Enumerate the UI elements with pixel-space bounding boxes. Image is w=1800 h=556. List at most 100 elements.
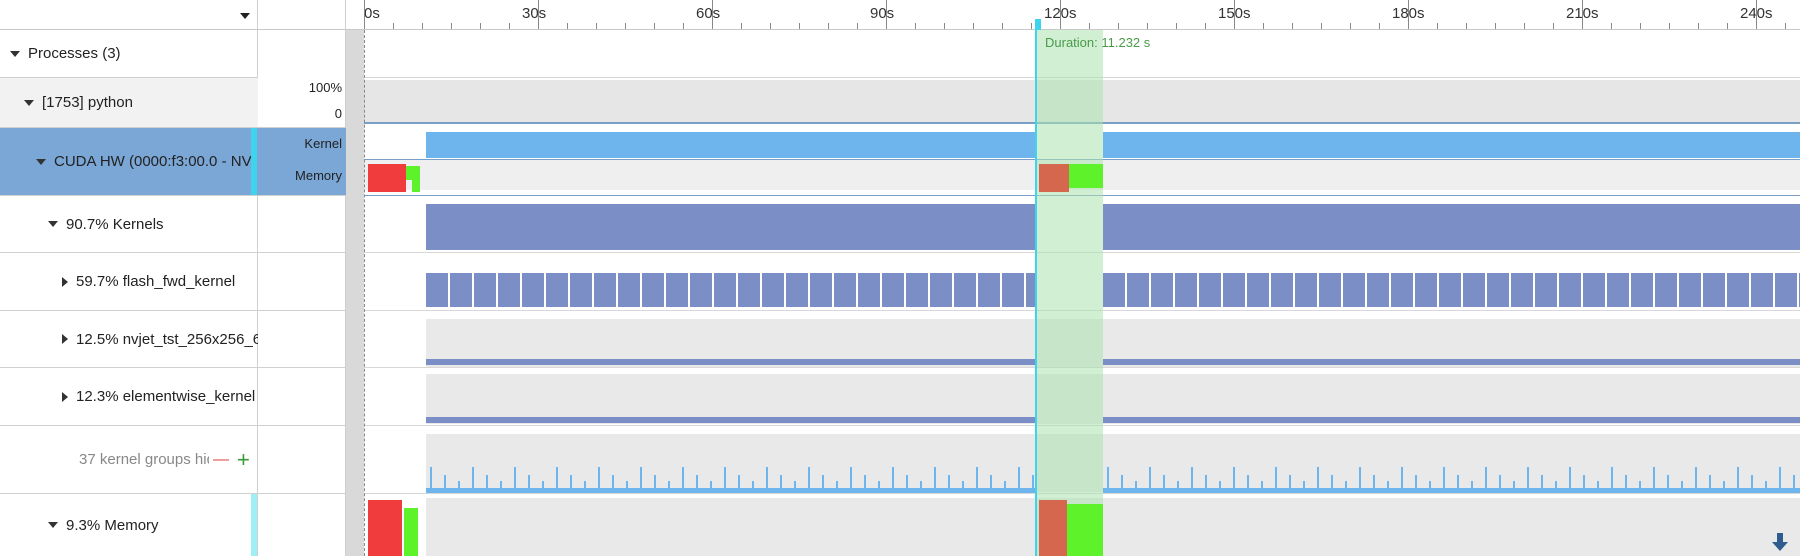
hidden-groups-spike[interactable]: [584, 481, 586, 493]
hidden-groups-spike[interactable]: [1191, 467, 1193, 493]
hidden-groups-spike[interactable]: [976, 467, 978, 493]
menu-caret-icon[interactable]: [240, 13, 250, 19]
hidden-groups-spike[interactable]: [1625, 475, 1627, 493]
hidden-groups-spike[interactable]: [1555, 481, 1557, 493]
hidden-groups-spike[interactable]: [850, 467, 852, 493]
hidden-groups-spike[interactable]: [542, 481, 544, 493]
hidden-groups-spike[interactable]: [1569, 467, 1571, 493]
hidden-groups-spike[interactable]: [1471, 481, 1473, 493]
tree-row-elementwise-kernel[interactable]: 12.3% elementwise_kernel: [0, 368, 258, 426]
tree-row-process-python[interactable]: [1753] python: [0, 78, 258, 128]
hidden-groups-spike[interactable]: [514, 467, 516, 493]
hidden-groups-spike[interactable]: [1163, 475, 1165, 493]
kernel-activity[interactable]: [426, 132, 1035, 158]
memory-track-activity[interactable]: [1039, 500, 1067, 556]
collapse-groups-button[interactable]: —: [213, 451, 229, 469]
hidden-groups-spike[interactable]: [612, 475, 614, 493]
hidden-groups-spike[interactable]: [864, 475, 866, 493]
flash-fwd-activity[interactable]: [666, 273, 688, 307]
hidden-groups-spike[interactable]: [1457, 475, 1459, 493]
hidden-groups-spike[interactable]: [962, 481, 964, 493]
hidden-groups-spike[interactable]: [934, 467, 936, 493]
memory-activity[interactable]: [412, 166, 420, 192]
hidden-groups-spike[interactable]: [1681, 481, 1683, 493]
scroll-down-icon[interactable]: [1770, 532, 1790, 552]
hidden-groups-spike[interactable]: [1751, 475, 1753, 493]
flash-fwd-activity[interactable]: [642, 273, 664, 307]
flash-fwd-activity[interactable]: [1727, 273, 1749, 307]
flash-fwd-activity[interactable]: [1271, 273, 1293, 307]
hidden-groups-spike[interactable]: [990, 475, 992, 493]
hidden-groups-spike[interactable]: [1261, 481, 1263, 493]
flash-fwd-activity[interactable]: [1751, 273, 1773, 307]
hidden-groups-spike[interactable]: [1004, 481, 1006, 493]
flash-fwd-activity[interactable]: [1391, 273, 1413, 307]
hidden-groups-spike[interactable]: [1289, 475, 1291, 493]
hidden-groups-spike[interactable]: [1135, 481, 1137, 493]
flash-fwd-activity[interactable]: [714, 273, 736, 307]
flash-fwd-activity[interactable]: [1631, 273, 1653, 307]
hidden-groups-spike[interactable]: [766, 467, 768, 493]
hidden-groups-spike[interactable]: [668, 481, 670, 493]
hidden-groups-spike[interactable]: [1485, 467, 1487, 493]
collapse-icon[interactable]: [10, 50, 20, 57]
nvjet-activity[interactable]: [1103, 359, 1800, 365]
flash-fwd-activity[interactable]: [1127, 273, 1149, 307]
collapse-icon[interactable]: [48, 522, 58, 528]
hidden-groups-spike[interactable]: [1597, 481, 1599, 493]
flash-fwd-activity[interactable]: [1607, 273, 1629, 307]
flash-fwd-activity[interactable]: [618, 273, 640, 307]
hidden-groups-spike[interactable]: [1527, 467, 1529, 493]
flash-fwd-activity[interactable]: [1703, 273, 1725, 307]
collapse-icon[interactable]: [36, 158, 46, 165]
hidden-groups-spike[interactable]: [500, 481, 502, 493]
hidden-groups-spike[interactable]: [640, 467, 642, 493]
elementwise-activity[interactable]: [426, 417, 1035, 423]
tree-row-kernels[interactable]: 90.7% Kernels: [0, 196, 258, 253]
hidden-groups-spike[interactable]: [1653, 467, 1655, 493]
hidden-groups-spike[interactable]: [1793, 475, 1795, 493]
expand-icon[interactable]: [62, 391, 68, 402]
hidden-groups-spike[interactable]: [570, 475, 572, 493]
tree-row-memory[interactable]: 9.3% Memory: [0, 494, 258, 556]
hidden-groups-spike[interactable]: [1667, 475, 1669, 493]
flash-fwd-activity[interactable]: [834, 273, 856, 307]
hidden-groups-spike[interactable]: [878, 481, 880, 493]
hidden-groups-spike[interactable]: [556, 467, 558, 493]
flash-fwd-activity[interactable]: [1199, 273, 1221, 307]
flash-fwd-activity[interactable]: [474, 273, 496, 307]
memory-track-activity[interactable]: [1067, 504, 1103, 556]
cursor-handle[interactable]: [1035, 19, 1041, 30]
flash-fwd-activity[interactable]: [1775, 273, 1797, 307]
flash-fwd-activity[interactable]: [906, 273, 928, 307]
hidden-groups-spike[interactable]: [598, 467, 600, 493]
hidden-groups-spike[interactable]: [486, 475, 488, 493]
flash-fwd-activity[interactable]: [1679, 273, 1701, 307]
hidden-groups-spike[interactable]: [1373, 475, 1375, 493]
hidden-groups-spike[interactable]: [1018, 467, 1020, 493]
hidden-groups-spike[interactable]: [710, 481, 712, 493]
hidden-groups-spike[interactable]: [738, 475, 740, 493]
hidden-groups-spike[interactable]: [906, 475, 908, 493]
flash-fwd-activity[interactable]: [858, 273, 880, 307]
hidden-groups-spike[interactable]: [1695, 467, 1697, 493]
flash-fwd-activity[interactable]: [930, 273, 952, 307]
hidden-groups-spike[interactable]: [1429, 481, 1431, 493]
hidden-groups-spike[interactable]: [1611, 467, 1613, 493]
hidden-groups-spike[interactable]: [836, 481, 838, 493]
memory-activity[interactable]: [1039, 164, 1069, 192]
kernels-activity[interactable]: [1103, 204, 1800, 250]
hidden-groups-spike[interactable]: [1779, 467, 1781, 493]
hidden-groups-spike[interactable]: [626, 481, 628, 493]
hidden-groups-spike[interactable]: [1639, 481, 1641, 493]
collapse-icon[interactable]: [48, 221, 58, 227]
hidden-groups-spike[interactable]: [1233, 467, 1235, 493]
hidden-groups-spike[interactable]: [696, 475, 698, 493]
hidden-groups-spike[interactable]: [948, 475, 950, 493]
flash-fwd-activity[interactable]: [1103, 273, 1125, 307]
memory-track-activity[interactable]: [404, 508, 418, 556]
hidden-groups-spike[interactable]: [1737, 467, 1739, 493]
hidden-groups-spike[interactable]: [724, 467, 726, 493]
flash-fwd-activity[interactable]: [1026, 273, 1035, 307]
hidden-groups-spike[interactable]: [1765, 481, 1767, 493]
